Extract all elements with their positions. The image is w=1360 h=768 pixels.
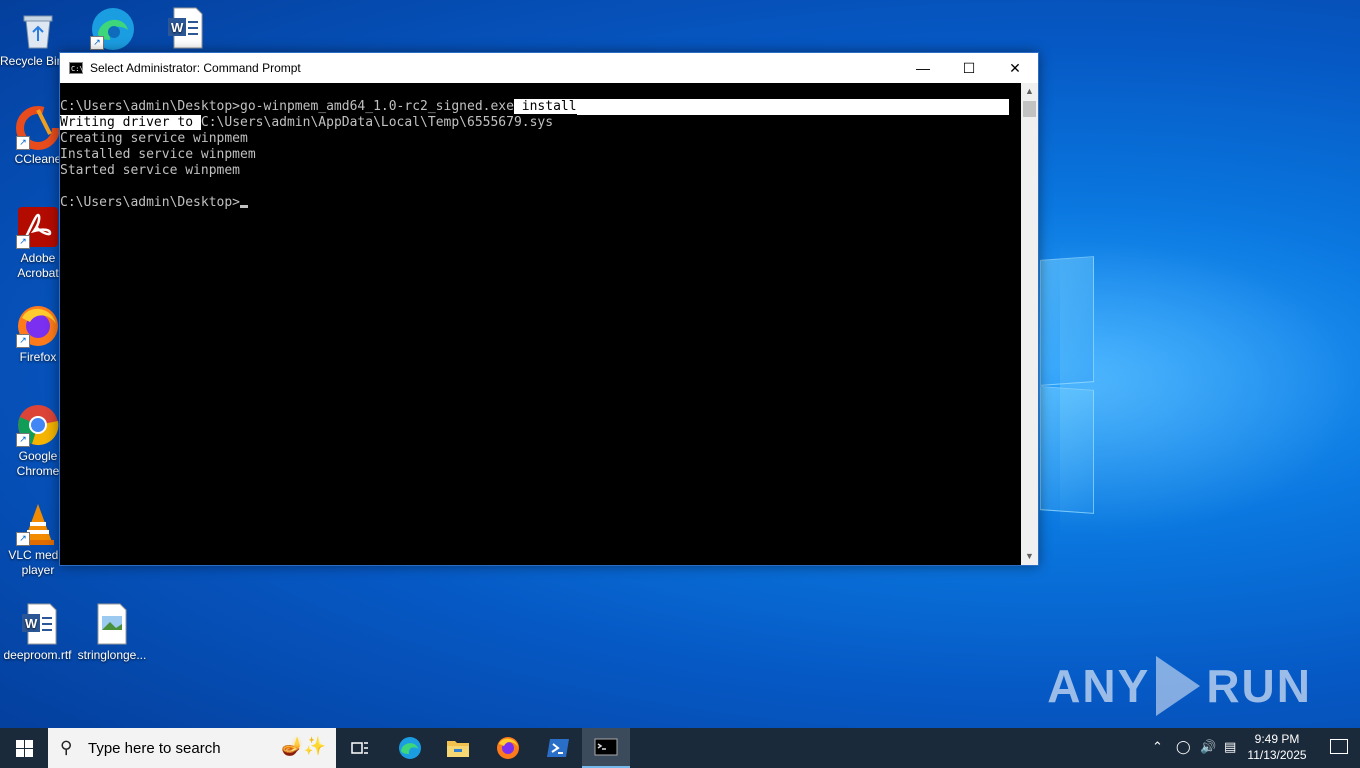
window-title: Select Administrator: Command Prompt [90, 61, 301, 75]
console-line: Started service winpmem [60, 163, 241, 178]
console-line: C:\Users\admin\Desktop>go-winpmem_amd64_… [60, 99, 1021, 115]
shortcut-arrow-icon: ↗ [90, 36, 104, 50]
shortcut-arrow-icon: ↗ [16, 136, 30, 150]
firefox-icon: ↗ [16, 304, 60, 348]
search-highlight-icon[interactable]: 🪔✨ [281, 736, 326, 757]
close-button[interactable]: ✕ [992, 53, 1038, 83]
scroll-up-icon[interactable]: ▲ [1021, 83, 1038, 100]
start-button[interactable] [0, 728, 48, 768]
ccleaner-icon: ↗ [16, 106, 60, 150]
desktop-icon-label: Adobe Acrobat [17, 251, 59, 280]
chevron-up-icon[interactable]: ⌃ [1152, 739, 1163, 755]
maximize-button[interactable]: ☐ [946, 53, 992, 83]
shortcut-arrow-icon: ↗ [16, 532, 30, 546]
wallpaper-light [1060, 240, 1360, 540]
console-line: Writing driver to C:\Users\admin\AppData… [60, 115, 1021, 131]
console-selection-fill [576, 99, 1009, 115]
shortcut-arrow-icon: ↗ [16, 433, 30, 447]
powershell-icon [547, 739, 569, 757]
title-bar[interactable]: C:\ Select Administrator: Command Prompt… [60, 53, 1038, 83]
desktop: Recycle Bin ↗ W ↗ CCleaner ↗ Adobe Acrob… [0, 0, 1360, 768]
taskbar-app-powershell[interactable] [534, 728, 582, 768]
folder-icon [447, 741, 469, 757]
console-command: go-winpmem_amd64_1.0-rc2_signed.exe [240, 99, 514, 114]
console-selection: Writing driver to [60, 115, 201, 130]
system-tray: ⌃ ◯ 🔊 ▤ 9:49 PM 11/13/2025 [1140, 728, 1360, 768]
edge-icon [399, 737, 421, 759]
console-line: Creating service winpmem [60, 131, 248, 146]
search-placeholder: Type here to search [88, 740, 221, 757]
recycle-bin-icon [16, 8, 60, 52]
meet-now-icon[interactable]: ◯ [1176, 739, 1191, 755]
console-output[interactable]: C:\Users\admin\Desktop>go-winpmem_amd64_… [60, 83, 1021, 565]
text-cursor [240, 205, 249, 208]
windows-logo-pane [1040, 386, 1094, 514]
desktop-icon-word-doc[interactable]: W [146, 6, 222, 52]
desktop-icon-label: Google Chrome [16, 449, 60, 478]
console-prompt: C:\Users\admin\Desktop> [60, 99, 241, 114]
notification-icon[interactable] [1330, 739, 1348, 754]
acrobat-icon: ↗ [16, 205, 60, 249]
minimize-button[interactable]: — [900, 53, 946, 83]
desktop-icon-stringlonge[interactable]: stringlonge... [74, 602, 150, 663]
image-file-icon [90, 602, 134, 646]
watermark-text: RUN [1206, 660, 1312, 712]
network-icon[interactable]: ▤ [1224, 739, 1236, 755]
shortcut-arrow-icon: ↗ [16, 334, 30, 348]
search-icon: ⚲ [60, 738, 73, 757]
clock[interactable]: 9:49 PM 11/13/2025 [1242, 731, 1312, 763]
svg-text:W: W [171, 20, 184, 35]
play-logo-icon [1156, 656, 1201, 716]
word-document-icon: W [16, 602, 60, 646]
desktop-icon-deeproom[interactable]: W deeproom.rtf [0, 602, 76, 663]
shortcut-arrow-icon: ↗ [16, 235, 30, 249]
windows-logo-icon [15, 739, 33, 757]
command-prompt-window[interactable]: C:\ Select Administrator: Command Prompt… [59, 52, 1039, 566]
console-text: C:\Users\admin\AppData\Local\Temp\655567… [200, 115, 554, 130]
vertical-scrollbar[interactable]: ▲ ▼ [1021, 83, 1038, 565]
taskbar-app-edge[interactable] [386, 728, 434, 768]
edge-icon: ↗ [90, 6, 134, 50]
volume-icon[interactable]: 🔊 [1200, 739, 1216, 755]
desktop-icon-label: Recycle Bin [0, 54, 60, 68]
cmd-icon [594, 738, 618, 756]
cmd-icon: C:\ [69, 62, 84, 74]
taskbar: ⚲ Type here to search 🪔✨ ⌃ ◯ 🔊 ▤ 9:49 PM… [0, 728, 1360, 768]
clock-time: 9:49 PM [1254, 732, 1300, 746]
chrome-icon: ↗ [16, 403, 60, 447]
taskbar-search-box[interactable]: ⚲ Type here to search 🪔✨ [48, 728, 336, 768]
vlc-cone-icon: ↗ [16, 502, 60, 546]
desktop-icon-label: stringlonge... [77, 648, 147, 662]
console-prompt: C:\Users\admin\Desktop> [60, 195, 241, 210]
clock-date: 11/13/2025 [1247, 748, 1307, 762]
taskbar-app-firefox[interactable] [484, 728, 532, 768]
desktop-icon-edge[interactable]: ↗ [74, 6, 150, 52]
taskbar-app-file-explorer[interactable] [434, 728, 482, 768]
scroll-down-icon[interactable]: ▼ [1021, 548, 1038, 565]
console-line: Installed service winpmem [60, 147, 256, 162]
anyrun-watermark: ANY RUN [1047, 656, 1312, 716]
task-view-button[interactable] [336, 728, 384, 768]
desktop-icon-label: deeproom.rtf [3, 648, 72, 662]
console-selection: install [513, 99, 577, 114]
task-view-icon [351, 742, 368, 754]
taskbar-app-command-prompt[interactable] [582, 728, 630, 768]
watermark-text: ANY [1047, 660, 1151, 712]
word-document-icon: W [162, 6, 206, 50]
console-line: C:\Users\admin\Desktop> [60, 195, 1021, 211]
windows-logo-pane [1040, 256, 1094, 386]
scroll-thumb[interactable] [1023, 101, 1036, 117]
firefox-icon [497, 737, 519, 759]
svg-text:W: W [25, 616, 38, 631]
